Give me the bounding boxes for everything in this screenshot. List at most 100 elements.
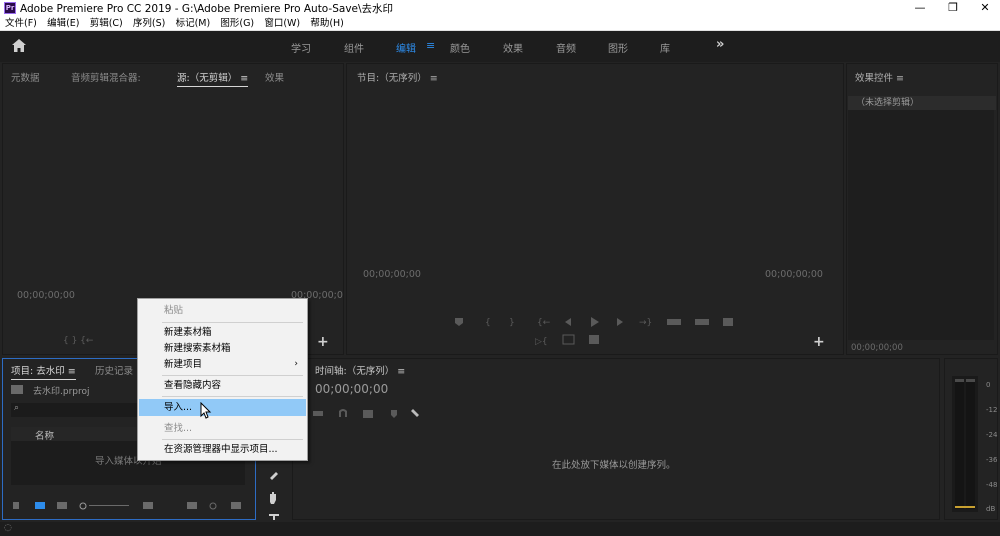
effect-controls-title[interactable]: 效果控件 ≡ [855, 70, 904, 84]
tab-project-label: 项目: 去水印 [11, 366, 65, 377]
meter-peak-indicator [955, 506, 975, 508]
project-bottom-toolbar[interactable] [11, 499, 251, 513]
menu-window[interactable]: 窗口(W) [259, 16, 300, 31]
menu-item-new-bin[interactable]: 新建素材箱 [139, 324, 306, 341]
menu-help[interactable]: 帮助(H) [305, 16, 344, 31]
tab-project[interactable]: 项目: 去水印 ≡ [11, 363, 76, 380]
tab-source[interactable]: 源:（无剪辑） ≡ [177, 70, 249, 87]
timeline-menu-icon[interactable]: ≡ [397, 366, 405, 377]
workspace-effects[interactable]: 效果 [503, 40, 523, 55]
workspace-audio[interactable]: 音频 [556, 40, 576, 55]
program-add-button[interactable]: + [813, 334, 825, 350]
restore-button[interactable]: ❐ [938, 0, 968, 16]
menu-separator [162, 396, 303, 397]
menu-marker[interactable]: 标记(M) [171, 16, 211, 31]
svg-text:{: { [485, 318, 491, 328]
tab-audio-clip-mixer[interactable]: 音频剪辑混合器: [71, 70, 141, 84]
menu-item-find[interactable]: 查找... [139, 420, 306, 437]
tab-metadata[interactable]: 元数据 [11, 70, 40, 84]
status-icon: ◌ [4, 523, 12, 533]
timeline-tools[interactable] [313, 407, 433, 421]
menu-item-new-item-label: 新建项目 [164, 359, 203, 370]
menu-separator [162, 322, 303, 323]
source-add-button[interactable]: + [317, 334, 329, 350]
menu-separator [162, 375, 303, 376]
menu-separator [162, 439, 303, 440]
svg-text:▷{: ▷{ [535, 337, 548, 346]
source-menu-icon[interactable]: ≡ [240, 73, 248, 84]
workspace-assembly[interactable]: 组件 [344, 40, 364, 55]
hand-tool-icon [270, 492, 276, 504]
menu-item-import[interactable]: 导入... [139, 399, 306, 416]
program-title[interactable]: 节目:（无序列） ≡ [357, 70, 438, 84]
more-workspaces-icon[interactable]: » [716, 37, 724, 52]
title-bar: Pr Adobe Premiere Pro CC 2019 - G:\Adobe… [0, 0, 1000, 16]
menu-sequence[interactable]: 序列(S) [128, 16, 165, 31]
program-timecode-playhead[interactable]: 00;00;00;00 [363, 269, 421, 280]
premiere-logo-icon: Pr [4, 2, 16, 14]
meter-label-36: -36 [986, 456, 998, 464]
program-menu-icon[interactable]: ≡ [430, 73, 438, 84]
home-icon[interactable] [12, 39, 28, 53]
context-menu: 粘贴 新建素材箱 新建搜索素材箱 新建项目 › 查看隐藏内容 导入... 查找.… [137, 298, 308, 461]
no-clip-selected-label: （未选择剪辑） [848, 96, 996, 110]
program-timecode-duration: 00;00;00;00 [765, 269, 823, 280]
project-search-input[interactable]: ⌕ [11, 403, 141, 417]
status-bar: ◌ [0, 522, 1000, 536]
timeline-panel: 时间轴:（无序列） ≡ 00;00;00;00 在此处放下媒体以创建序列。 [292, 358, 940, 520]
svg-text:{←: {← [537, 318, 551, 328]
menu-item-new-search-bin[interactable]: 新建搜索素材箱 [139, 340, 306, 357]
meter-label-24: -24 [986, 431, 998, 439]
tab-source-label: 源:（无剪辑） [177, 73, 238, 84]
svg-text:}: } [509, 318, 515, 328]
menu-item-reveal-in-explorer[interactable]: 在资源管理器中显示项目... [139, 441, 306, 458]
tab-effects[interactable]: 效果 [265, 70, 284, 84]
menu-file[interactable]: 文件(F) [0, 16, 37, 31]
workspace-learning[interactable]: 学习 [291, 40, 311, 55]
meter-label-0: 0 [986, 381, 991, 389]
program-panel: 节目:（无序列） ≡ 00;00;00;00 00;00;00;00 { } {… [346, 63, 844, 355]
svg-text:→}: →} [639, 318, 652, 328]
meter-right-channel [966, 379, 975, 509]
timeline-title-label: 时间轴:（无序列） [315, 366, 395, 377]
tab-history[interactable]: 历史记录 [95, 363, 133, 377]
timeline-drop-hint: 在此处放下媒体以创建序列。 [552, 460, 676, 471]
minimize-button[interactable]: — [905, 0, 935, 16]
menu-edit[interactable]: 编辑(E) [42, 16, 79, 31]
workspace-editing[interactable]: 编辑 [396, 40, 416, 55]
workspace-menu-icon[interactable]: ≡ [426, 39, 435, 52]
source-mark-controls[interactable]: { } {← [63, 336, 93, 346]
meter-label-db: dB [986, 505, 996, 513]
timeline-title[interactable]: 时间轴:（无序列） ≡ [315, 363, 405, 377]
project-folder-icon [11, 385, 23, 394]
program-transport-controls[interactable]: { } {← →} ▷{ [453, 316, 743, 346]
menu-graphics[interactable]: 图形(G) [215, 16, 254, 31]
menu-bar: 文件(F) 编辑(E) 剪辑(C) 序列(S) 标记(M) 图形(G) 窗口(W… [0, 16, 1000, 31]
pen-tool-icon [270, 472, 278, 480]
workspace-bar: 学习 组件 编辑 ≡ 颜色 效果 音频 图形 库 » [0, 31, 1000, 62]
menu-item-paste[interactable]: 粘贴 [139, 302, 306, 319]
effect-controls-menu-icon[interactable]: ≡ [896, 73, 904, 84]
menu-clip[interactable]: 剪辑(C) [85, 16, 123, 31]
close-button[interactable]: ✕ [970, 0, 1000, 16]
source-timecode-in[interactable]: 00;00;00;00 [17, 290, 75, 301]
menu-item-new-item[interactable]: 新建项目 › [139, 356, 306, 373]
project-menu-icon[interactable]: ≡ [68, 366, 76, 377]
project-column-header: 名称 [11, 427, 141, 442]
workspace-graphics[interactable]: 图形 [608, 40, 628, 55]
meter-left-channel [955, 379, 964, 509]
workspace-color[interactable]: 颜色 [450, 40, 470, 55]
workspace-libraries[interactable]: 库 [660, 40, 670, 55]
effect-controls-body [848, 110, 994, 340]
project-file-name: 去水印.prproj [33, 387, 90, 397]
search-icon: ⌕ [14, 403, 20, 413]
mouse-pointer-icon [200, 401, 212, 420]
menu-item-view-hidden[interactable]: 查看隐藏内容 [139, 377, 306, 394]
column-name-header[interactable]: 名称 [35, 428, 54, 442]
effect-controls-label: 效果控件 [855, 73, 894, 84]
submenu-arrow-icon: › [294, 359, 298, 369]
effect-controls-timecode[interactable]: 00;00;00;00 [851, 343, 903, 353]
audio-meter [952, 376, 978, 512]
timeline-timecode[interactable]: 00;00;00;00 [315, 382, 388, 396]
program-title-label: 节目:（无序列） [357, 73, 427, 84]
